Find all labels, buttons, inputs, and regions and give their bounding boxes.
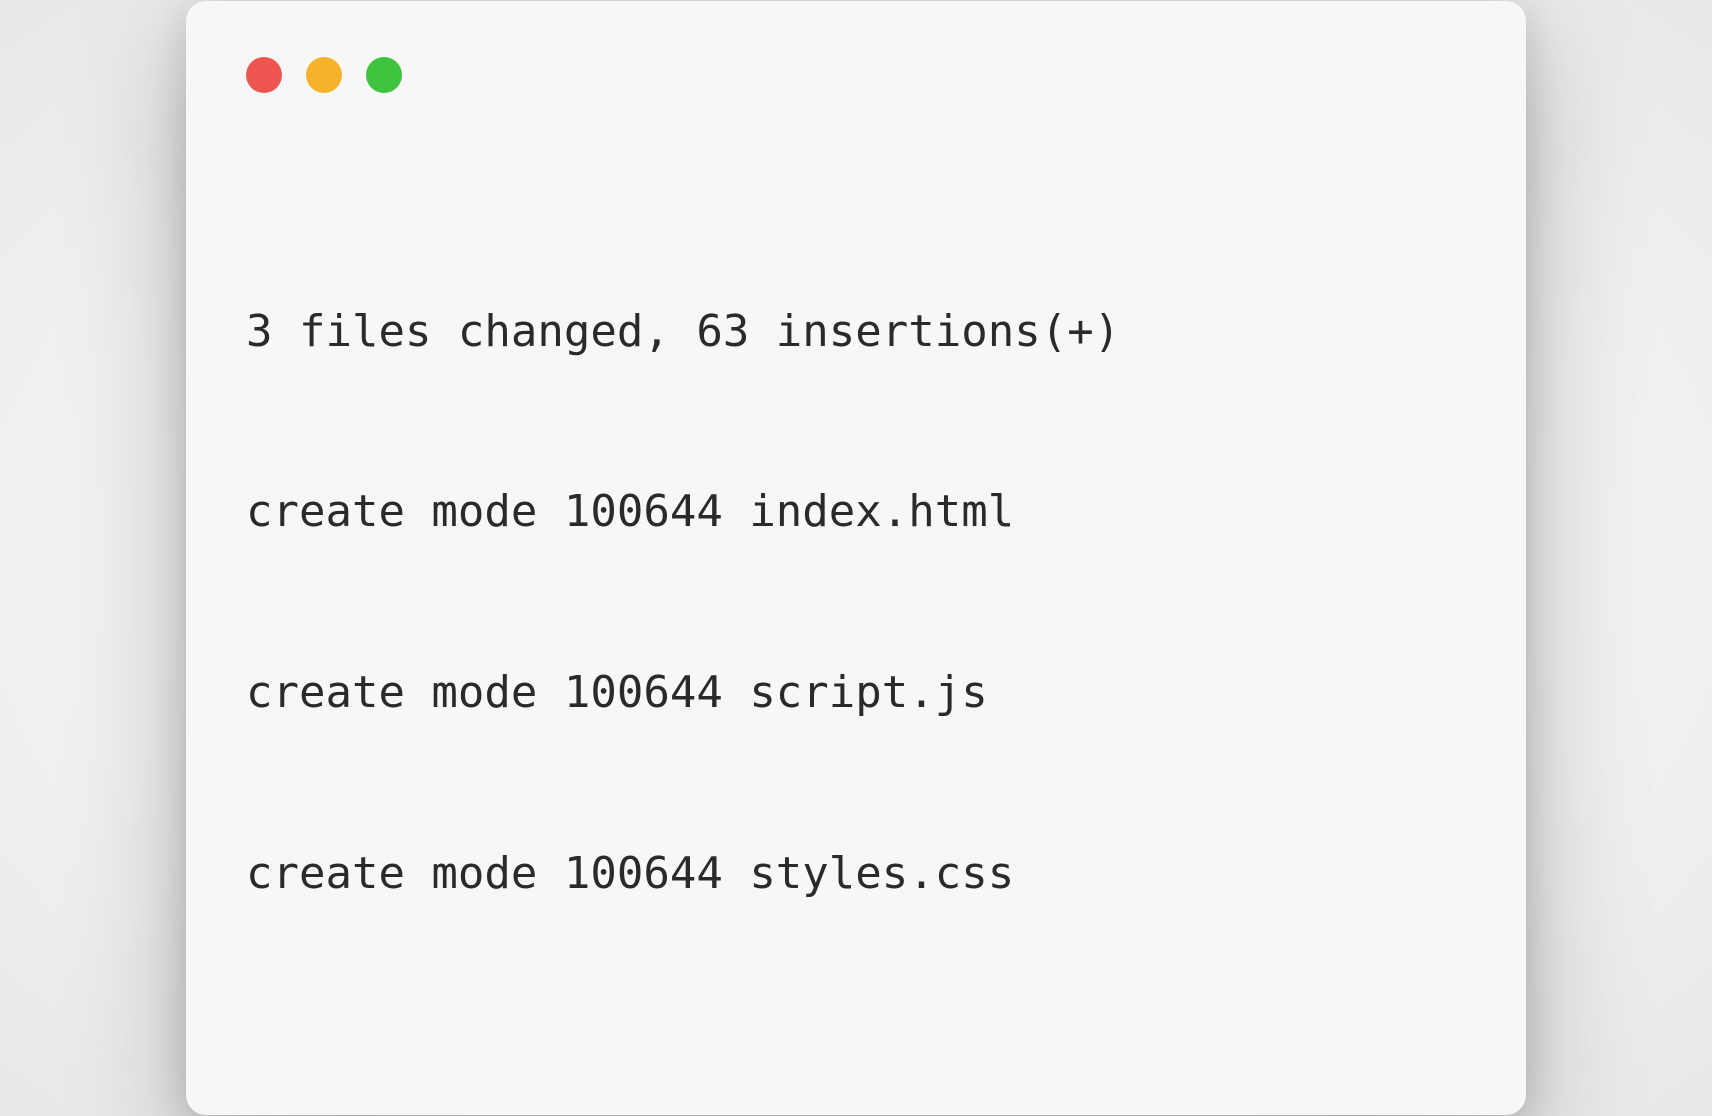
terminal-line: create mode 100644 styles.css: [246, 844, 1466, 904]
window-controls: [246, 57, 1466, 93]
terminal-line: 3 files changed, 63 insertions(+): [246, 302, 1466, 362]
terminal-window: 3 files changed, 63 insertions(+) create…: [186, 1, 1526, 1115]
terminal-line: create mode 100644 index.html: [246, 482, 1466, 542]
terminal-output: 3 files changed, 63 insertions(+) create…: [246, 181, 1466, 1025]
minimize-icon[interactable]: [306, 57, 342, 93]
maximize-icon[interactable]: [366, 57, 402, 93]
close-icon[interactable]: [246, 57, 282, 93]
terminal-line: create mode 100644 script.js: [246, 663, 1466, 723]
